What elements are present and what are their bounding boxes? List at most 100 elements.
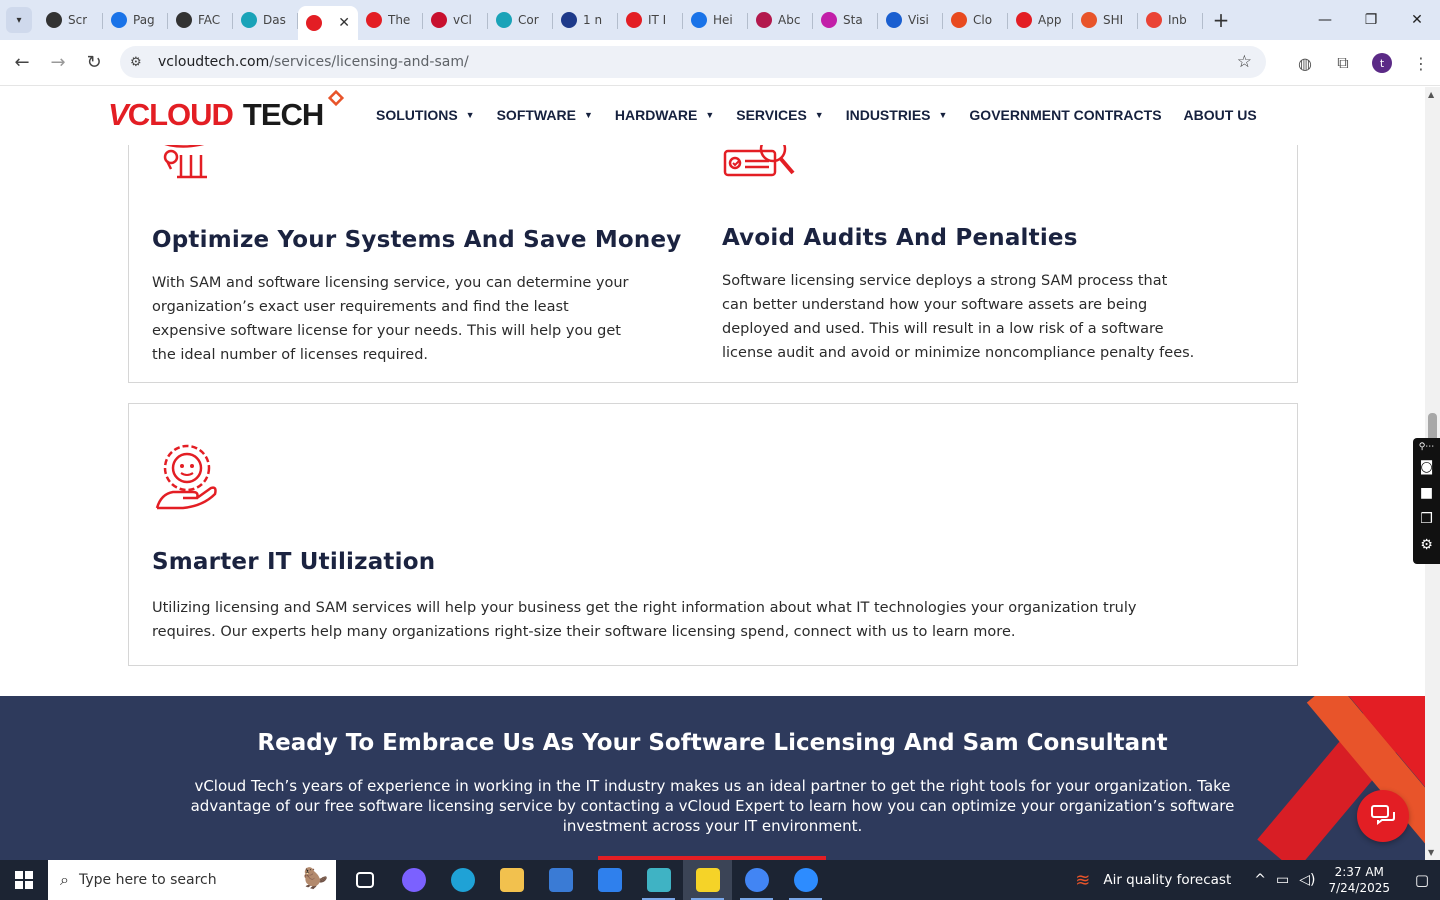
cta-text: vCloud Tech’s years of experience in wor… — [190, 777, 1235, 835]
tab-title: Abc — [778, 13, 801, 27]
tab-favicon-icon — [756, 12, 772, 28]
caret-down-icon: ▼ — [814, 110, 824, 120]
tab-title: Sta — [843, 13, 863, 27]
browser-tab[interactable]: Hei — [683, 4, 748, 36]
browser-tab[interactable]: 1 n — [553, 4, 618, 36]
browser-tab[interactable]: SHI — [1073, 4, 1138, 36]
sticky-notes-icon — [695, 868, 720, 892]
browser-tab[interactable]: Clo — [943, 4, 1008, 36]
site-info-icon[interactable]: ⚙ — [130, 55, 150, 70]
browser-tab[interactable]: Visi — [878, 4, 943, 36]
close-window-icon[interactable]: ✕ — [1394, 0, 1440, 40]
bookmark-star-icon[interactable]: ☆ — [1237, 52, 1252, 72]
minimize-icon[interactable]: — — [1302, 0, 1348, 40]
window-icon[interactable]: ❒ — [1420, 506, 1433, 532]
taskbar-app-store[interactable] — [536, 860, 585, 900]
taskbar-app-edge[interactable] — [438, 860, 487, 900]
nav-item-software[interactable]: SOFTWARE ▼ — [497, 107, 593, 123]
tab-title: Das — [263, 13, 286, 27]
pin-icon[interactable]: ⚲⋯ — [1419, 440, 1435, 454]
tab-close-icon[interactable]: ✕ — [338, 15, 350, 31]
tab-favicon-icon — [306, 15, 322, 31]
taskbar-apps — [340, 860, 830, 900]
taskbar-app-chrome[interactable] — [732, 860, 781, 900]
browser-tab[interactable]: Das — [233, 4, 298, 36]
tab-strip: Scr Pag FAC Das ✕ The vCl Cor 1 n IT I Hei Abc Sta Vi… — [38, 0, 1203, 40]
scroll-up-icon[interactable]: ▲ — [1428, 90, 1434, 99]
browser-tab[interactable]: Sta — [813, 4, 878, 36]
tray-chevron-icon[interactable]: ^ — [1254, 872, 1266, 888]
tab-title: SHI — [1103, 13, 1124, 27]
taskbar-app-app-diamond[interactable] — [634, 860, 683, 900]
url-bar[interactable]: ⚙ vcloudtech.com/services/licensing-and-… — [120, 46, 1266, 78]
browser-tab[interactable]: IT I — [618, 4, 683, 36]
taskbar-search-box[interactable]: ⌕ Type here to search 🦫 — [48, 860, 336, 900]
browser-tab[interactable]: App — [1008, 4, 1073, 36]
tab-favicon-icon — [46, 12, 62, 28]
address-toolbar: ← → ↻ ⚙ vcloudtech.com/services/licensin… — [0, 40, 1440, 86]
url-text: vcloudtech.com/services/licensing-and-sa… — [158, 54, 469, 70]
nav-item-government-contracts[interactable]: GOVERNMENT CONTRACTS — [969, 107, 1161, 123]
reload-icon[interactable]: ↻ — [76, 45, 112, 81]
logo-diamond-icon — [328, 89, 345, 107]
copilot-icon — [401, 868, 426, 892]
site-header: V CLOUD TECH SOLUTIONS ▼ SOFTWARE ▼ HARDWARE ▼ S… — [0, 87, 1425, 145]
profile-avatar[interactable]: t — [1372, 53, 1392, 73]
mail-icon — [597, 868, 622, 892]
tab-title: Visi — [908, 13, 929, 27]
start-button[interactable] — [0, 860, 48, 900]
task-view-icon — [355, 872, 374, 888]
forward-icon[interactable]: → — [40, 45, 76, 81]
chrome-icon — [744, 868, 769, 892]
browser-tab[interactable]: FAC — [168, 4, 233, 36]
notification-icon[interactable]: ▢ — [1404, 871, 1440, 889]
extensions-icon[interactable]: ⧉ — [1324, 53, 1362, 73]
nav-item-hardware[interactable]: HARDWARE ▼ — [615, 107, 714, 123]
toolbar-right: ◍ ⧉ t ⋮ — [1286, 40, 1440, 86]
tab-search-icon[interactable]: ▾ — [6, 7, 32, 33]
taskbar-app-file-explorer[interactable] — [487, 860, 536, 900]
nav-item-services[interactable]: SERVICES ▼ — [736, 107, 823, 123]
browser-tab[interactable]: ✕ — [298, 6, 358, 40]
translate-icon[interactable]: ◍ — [1286, 54, 1324, 73]
tab-title: IT I — [648, 13, 667, 27]
nav-item-about-us[interactable]: ABOUT US — [1184, 107, 1257, 123]
file-explorer-icon — [499, 868, 524, 892]
browser-tab[interactable]: Inb — [1138, 4, 1203, 36]
vcloud-tech-logo[interactable]: V CLOUD TECH — [108, 89, 345, 137]
browser-tab[interactable]: Pag — [103, 4, 168, 36]
tab-favicon-icon — [366, 12, 382, 28]
browser-tab[interactable]: Scr — [38, 4, 103, 36]
nav-item-solutions[interactable]: SOLUTIONS ▼ — [376, 107, 475, 123]
taskbar-app-zoom[interactable] — [781, 860, 830, 900]
browser-tab[interactable]: The — [358, 4, 423, 36]
cta-section: Ready To Embrace Us As Your Software Lic… — [0, 696, 1425, 860]
chat-icon — [1371, 805, 1395, 825]
tab-favicon-icon — [1081, 12, 1097, 28]
taskbar-app-sticky-notes[interactable] — [683, 860, 732, 900]
nav-item-industries[interactable]: INDUSTRIES ▼ — [846, 107, 948, 123]
chat-button[interactable] — [1357, 790, 1409, 842]
page-viewport: V CLOUD TECH SOLUTIONS ▼ SOFTWARE ▼ HARDWARE ▼ S… — [0, 87, 1440, 860]
restore-icon[interactable]: ❐ — [1348, 0, 1394, 40]
tab-favicon-icon — [496, 12, 512, 28]
scroll-down-icon[interactable]: ▼ — [1428, 848, 1434, 857]
weather-icon[interactable]: ≋ — [1075, 870, 1090, 891]
network-icon[interactable]: ▭ — [1276, 872, 1289, 888]
weather-text[interactable]: Air quality forecast — [1103, 872, 1231, 888]
browser-tab[interactable]: Cor — [488, 4, 553, 36]
volume-icon[interactable]: ◁) — [1299, 872, 1315, 888]
taskbar-app-task-view[interactable] — [340, 860, 389, 900]
settings-gear-icon[interactable]: ⚙ — [1420, 532, 1433, 558]
new-tab-button[interactable]: + — [1207, 6, 1235, 34]
browser-tab[interactable]: Abc — [748, 4, 813, 36]
taskbar-app-mail[interactable] — [585, 860, 634, 900]
menu-kebab-icon[interactable]: ⋮ — [1402, 54, 1440, 73]
gear-brain-hand-icon — [155, 444, 217, 510]
browser-tab[interactable]: vCl — [423, 4, 488, 36]
taskbar-app-copilot[interactable] — [389, 860, 438, 900]
back-icon[interactable]: ← — [4, 45, 40, 81]
video-icon[interactable]: ■ — [1420, 480, 1433, 506]
taskbar-clock[interactable]: 2:37 AM 7/24/2025 — [1328, 864, 1390, 896]
camera-icon[interactable]: ◙ — [1420, 454, 1434, 480]
